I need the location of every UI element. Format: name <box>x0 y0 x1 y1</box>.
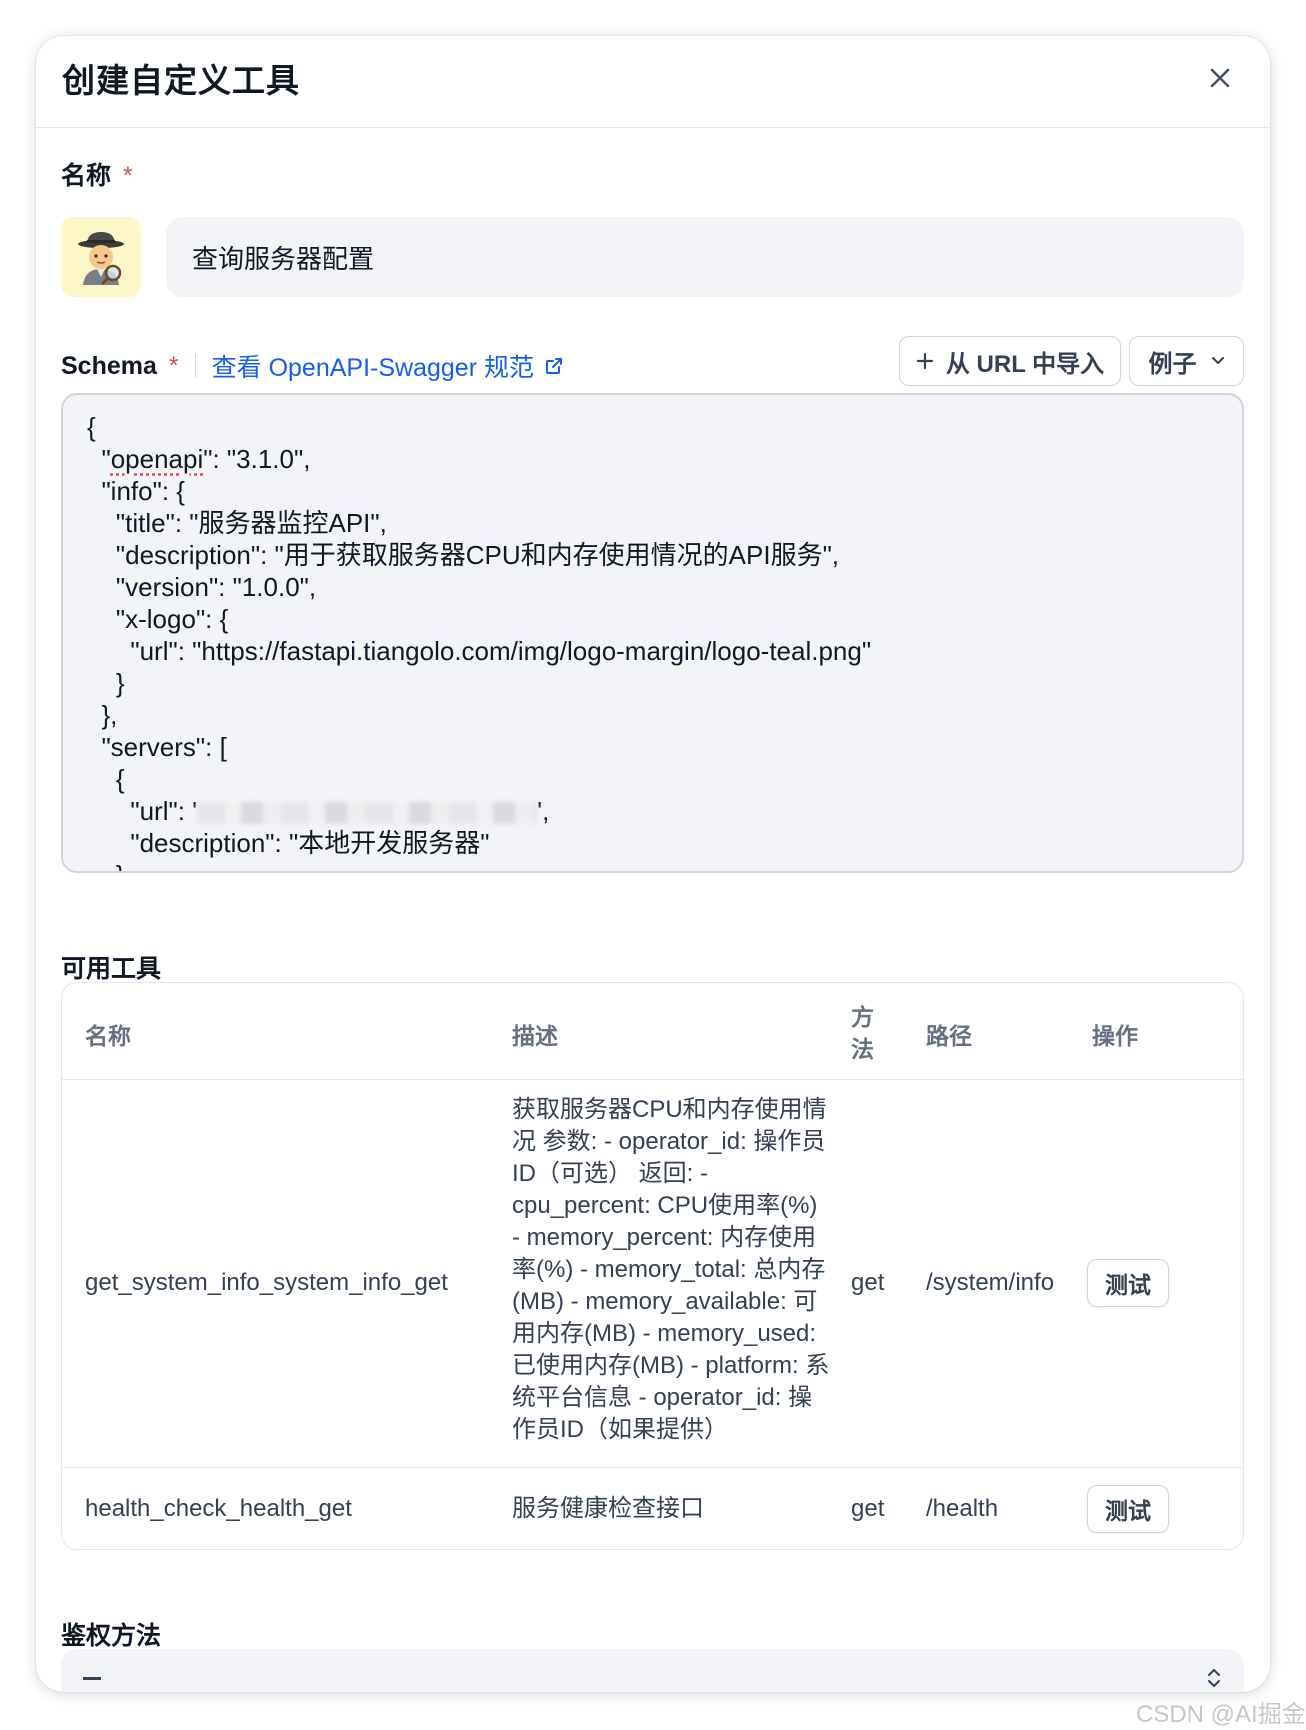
tool-description: 获取服务器CPU和内存使用情 况 参数: - operator_id: 操作员 … <box>512 1096 830 1443</box>
code-line: "description": "用于获取服务器CPU和内存使用情况的API服务"… <box>87 540 840 570</box>
external-link-icon <box>545 358 562 374</box>
chevron-down-icon <box>1211 357 1224 364</box>
tool-name: health_check_health_get <box>85 1495 352 1522</box>
code-line: "openapi": "3.1.0", <box>87 444 311 474</box>
column-header-path: 路径 <box>926 1023 972 1049</box>
column-header-method: 方 法 <box>851 1004 874 1062</box>
row-divider <box>62 1467 1243 1468</box>
code-line: } <box>87 668 125 698</box>
auth-method-label: 鉴权方法 <box>61 1622 162 1650</box>
auth-value-dash <box>83 1677 101 1680</box>
code-line: "url": "https://fastapi.tiangolo.com/img… <box>87 636 872 666</box>
tool-method: get <box>851 1495 885 1522</box>
schema-code-editor[interactable]: { "openapi": "3.1.0", "info": { "title":… <box>61 393 1244 873</box>
test-button[interactable]: 测试 <box>1087 1485 1169 1533</box>
required-mark: * <box>123 162 133 190</box>
code-line: { <box>87 764 125 794</box>
close-icon <box>1210 68 1230 88</box>
available-tools-label: 可用工具 <box>61 955 162 983</box>
dialog-header: 创建自定义工具 <box>36 36 1270 128</box>
openapi-docs-link[interactable]: 查看 OpenAPI-Swagger 规范 <box>212 348 564 384</box>
auth-method-select[interactable] <box>61 1649 1244 1692</box>
tool-description: 服务健康检查接口 <box>512 1495 704 1522</box>
tool-method: get <box>851 1269 885 1296</box>
close-button[interactable] <box>1200 58 1240 98</box>
dialog-title: 创建自定义工具 <box>62 62 300 99</box>
test-button[interactable]: 测试 <box>1087 1259 1169 1307</box>
schema-code: { "openapi": "3.1.0", "info": { "title":… <box>87 411 872 871</box>
schema-label: Schema <box>61 351 157 380</box>
name-label: 名称 * <box>61 162 133 190</box>
create-custom-tool-dialog: 创建自定义工具 名称 * 查询服务器配置 Schema * 查看 OpenAPI… <box>36 36 1270 1692</box>
redacted-url <box>197 802 538 825</box>
code-line: "description": "本地开发服务器" <box>87 828 490 858</box>
example-dropdown-button[interactable]: 例子 <box>1129 336 1244 386</box>
code-line: "title": "服务器监控API", <box>87 508 387 538</box>
watermark: CSDN @AI掘金 <box>1136 1701 1306 1728</box>
divider <box>194 354 196 378</box>
code-line: "url": ' ', <box>87 796 550 826</box>
schema-label-row: Schema * 查看 OpenAPI-Swagger 规范 <box>61 346 564 386</box>
code-line: "servers": [ <box>87 732 227 762</box>
code-line: "info": { <box>87 476 185 506</box>
tool-path: /health <box>926 1495 999 1522</box>
code-line: "x-logo": { <box>87 604 229 634</box>
code-line: }, <box>87 700 118 730</box>
import-from-url-button[interactable]: 从 URL 中导入 <box>899 336 1121 386</box>
column-header-action: 操作 <box>1092 1023 1138 1049</box>
column-header-description: 描述 <box>512 1023 558 1049</box>
code-line: { <box>87 412 96 442</box>
tool-name-input[interactable]: 查询服务器配置 <box>166 217 1244 297</box>
tools-table: 名称 描述 方 法 路径 操作 get_system_info_system_i… <box>61 982 1244 1550</box>
plus-icon <box>916 352 933 370</box>
select-arrows-icon <box>1208 1668 1220 1688</box>
required-mark: * <box>168 351 179 380</box>
tool-avatar-picker[interactable] <box>61 217 141 297</box>
code-line: } <box>87 859 871 871</box>
row-divider <box>62 1079 1243 1080</box>
column-header-name: 名称 <box>85 1023 131 1049</box>
spellcheck-word: openapi <box>110 444 204 474</box>
tool-path: /system/info <box>926 1269 1055 1296</box>
code-line: "version": "1.0.0", <box>87 572 317 602</box>
detective-emoji-icon <box>78 232 124 285</box>
tool-name: get_system_info_system_info_get <box>85 1269 448 1296</box>
